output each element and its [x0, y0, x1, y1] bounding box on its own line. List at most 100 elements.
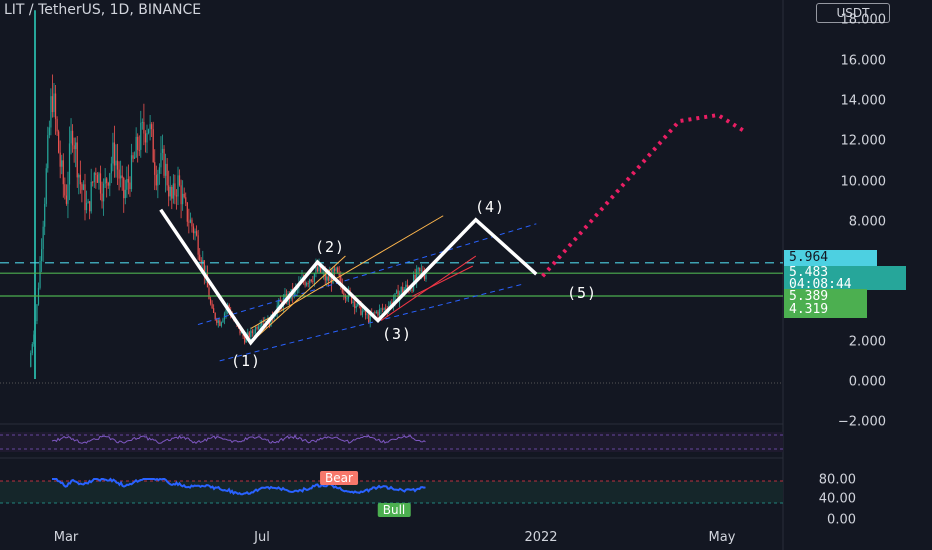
wave-label-4: (4)	[474, 198, 506, 216]
wave-label-2: (2)	[314, 238, 346, 256]
candle-body-12	[48, 127, 50, 136]
candle-body-91	[171, 186, 173, 199]
candle-body-117	[211, 303, 213, 309]
candle-body-181	[310, 279, 312, 282]
candle-body-85	[161, 148, 164, 153]
candle-body-33	[81, 184, 83, 190]
candle-body-118	[213, 308, 215, 313]
candle-body-46	[101, 193, 103, 202]
candle-body-96	[178, 175, 181, 186]
candle-body-105	[192, 226, 195, 234]
candle-body-236	[395, 290, 398, 294]
candle-body-23	[65, 195, 67, 204]
candle-body-65	[130, 155, 133, 190]
candle-body-11	[47, 135, 49, 169]
candle-body-47	[102, 183, 105, 202]
candle-body-24	[67, 184, 69, 204]
candle-body-37	[87, 201, 89, 204]
candle-body-180	[309, 279, 311, 284]
chart-title: LIT / TetherUS, 1D, BINANCE	[4, 2, 202, 18]
candle-body-189	[323, 271, 325, 273]
candle-body-90	[169, 186, 171, 197]
candle-body-145	[254, 327, 257, 333]
candle-body-48	[104, 178, 106, 184]
candle-body-252	[420, 270, 422, 272]
candle-body-115	[208, 287, 210, 300]
candle-body-2	[33, 334, 35, 345]
y-tick-0: 0.000	[848, 374, 886, 390]
candle-body-26	[70, 130, 72, 144]
candle-body-82	[157, 173, 159, 186]
candle-body-101	[186, 202, 188, 222]
candle-body-89	[168, 185, 170, 197]
y-tick-14: 14.000	[840, 93, 887, 109]
candle-body-53	[112, 142, 114, 164]
candle-body-79	[152, 129, 154, 163]
candle-body-1	[31, 344, 33, 353]
candle-body-35	[84, 184, 86, 211]
candle-body-228	[383, 308, 385, 310]
candle-body-21	[62, 160, 64, 185]
osc-tick-0: 0.00	[827, 512, 856, 528]
candle-body-55	[115, 160, 117, 166]
candle-body-15	[53, 93, 55, 113]
candle-body-71	[140, 122, 142, 150]
candle-body-108	[197, 235, 199, 255]
candle-body-31	[78, 174, 80, 178]
x-tick-mar: Mar	[53, 530, 79, 545]
candle-body-179	[307, 283, 309, 284]
candle-body-6	[39, 260, 41, 288]
candle-body-183	[313, 273, 315, 282]
candle-body-142	[250, 330, 252, 338]
candle-body-10	[45, 168, 47, 204]
y-tick-2: 2.000	[848, 334, 886, 350]
y-tick-10: 10.000	[840, 174, 887, 190]
candle-body-16	[54, 93, 57, 119]
candle-body-40	[92, 181, 94, 183]
candle-body-192	[327, 276, 329, 281]
wave-label-1: (1)	[230, 352, 262, 370]
candle-body-217	[366, 314, 368, 316]
x-tick-2022: 2022	[524, 530, 558, 545]
candle-body-251	[419, 267, 421, 272]
candle-body-178	[306, 283, 308, 286]
candle-body-120	[216, 319, 218, 323]
candle-body-81	[155, 174, 157, 186]
candle-body-209	[354, 301, 356, 309]
candle-body-64	[129, 182, 131, 190]
candle-body-19	[59, 152, 61, 167]
candle-body-210	[355, 305, 357, 309]
candle-body-84	[160, 152, 162, 168]
candle-body-42	[95, 172, 97, 175]
candle-body-58	[120, 175, 122, 179]
candle-body-20	[61, 160, 63, 167]
candle-body-222	[374, 312, 376, 314]
candle-body-218	[368, 314, 370, 323]
candle-body-36	[85, 203, 88, 211]
candle-body-98	[182, 193, 184, 205]
candle-body-59	[121, 175, 123, 178]
candle-body-4	[36, 304, 38, 322]
candle-body-182	[312, 281, 314, 282]
candle-body-75	[146, 133, 148, 143]
candle-body-254	[423, 275, 426, 279]
candle-body-34	[82, 184, 85, 190]
candle-body-121	[217, 320, 219, 323]
candle-body-191	[326, 276, 328, 281]
candle-body-144	[253, 332, 255, 334]
candle-body-226	[380, 308, 382, 310]
candle-body-7	[40, 249, 43, 261]
candle-body-83	[158, 167, 160, 174]
candle-body-30	[76, 142, 78, 178]
wave-label-5: (5)	[566, 284, 598, 302]
candle-body-17	[56, 118, 58, 132]
candle-body-61	[124, 189, 126, 199]
candle-body-119	[214, 312, 216, 320]
candle-body-202	[343, 292, 345, 296]
current-price-badge: 5.483 04:08:44	[784, 266, 906, 291]
candle-body-141	[248, 332, 250, 338]
candle-body-185	[316, 267, 319, 272]
candle-body-240	[402, 287, 404, 293]
candle-body-72	[141, 122, 143, 123]
candle-body-27	[71, 130, 74, 146]
